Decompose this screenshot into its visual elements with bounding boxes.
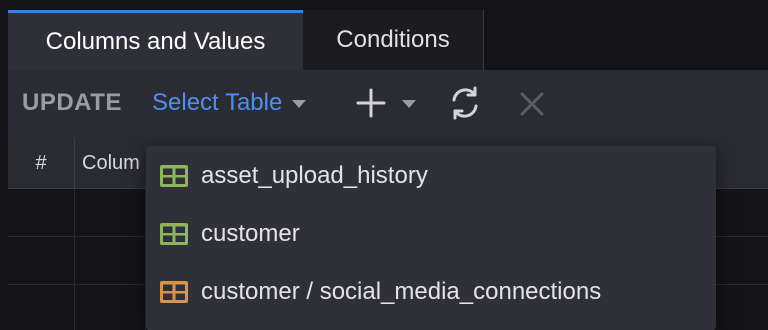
chevron-down-icon (292, 100, 307, 108)
chevron-down-icon[interactable] (402, 100, 416, 108)
add-button[interactable] (356, 88, 416, 118)
menu-item-label: customer (201, 220, 300, 247)
column-cell[interactable] (75, 237, 146, 284)
tab-columns-and-values[interactable]: Columns and Values (8, 10, 303, 70)
query-builder-panel: Columns and Values Conditions UPDATE Sel… (0, 0, 768, 330)
column-cell[interactable] (75, 189, 146, 236)
menu-item-customer[interactable]: customer (146, 205, 716, 263)
row-number-cell (8, 189, 75, 236)
row-number-cell (8, 285, 75, 330)
select-table-label: Select Table (152, 89, 283, 116)
close-button[interactable] (520, 92, 544, 121)
close-icon (520, 92, 544, 116)
toolbar: UPDATE Select Table (8, 70, 768, 138)
column-header-column[interactable]: Colum (82, 152, 140, 175)
tab-label: Columns and Values (45, 27, 266, 55)
table-icon (160, 281, 188, 303)
row-number-cell (8, 237, 75, 284)
plus-icon (356, 88, 386, 118)
menu-item-label: asset_upload_history (201, 162, 428, 189)
column-cell[interactable] (75, 285, 146, 330)
table-dropdown-menu: asset_upload_history customer customer /… (146, 146, 716, 330)
refresh-button[interactable] (446, 84, 484, 127)
menu-item-label: customer / social_media_connections (201, 278, 602, 305)
tab-conditions[interactable]: Conditions (303, 10, 484, 70)
menu-item-asset-upload-history[interactable]: asset_upload_history (146, 147, 716, 205)
table-icon (160, 165, 188, 187)
tab-bar: Columns and Values Conditions (0, 0, 768, 70)
menu-item-customer-social-media-connections[interactable]: customer / social_media_connections (146, 263, 716, 321)
tab-label: Conditions (336, 26, 450, 53)
select-table-dropdown[interactable]: Select Table (152, 89, 307, 117)
statement-type-label: UPDATE (22, 89, 122, 116)
column-header-number[interactable]: # (8, 138, 75, 188)
refresh-icon (452, 86, 478, 120)
table-icon (160, 223, 188, 245)
